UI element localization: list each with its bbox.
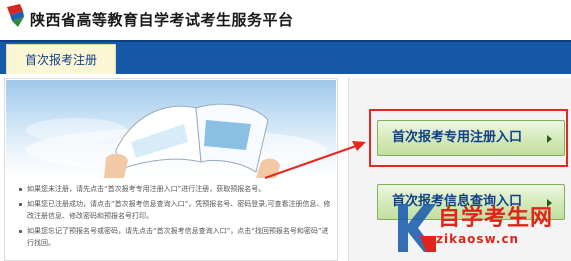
graduation-cap-logo-icon (7, 4, 24, 27)
watermark-logo-icon (398, 204, 436, 252)
tips-list: 如果您未注册，请先点击“首次报考专用注册入口”进行注册，获取预报名号。 如果您已… (19, 183, 333, 252)
tab-first-registration[interactable]: 首次报考注册 (6, 44, 116, 76)
nav-bar: 首次报考注册 (0, 40, 571, 76)
book-illustration-icon (26, 103, 326, 178)
watermark-cn-text: 自学考生网 (438, 206, 554, 231)
watermark: 自学考生网 zikaosw.cn (396, 196, 571, 261)
header: 陕西省高等教育自学考试考生服务平台 (0, 0, 571, 40)
banner-image (6, 80, 336, 178)
tip-item: 如果您忘记了预报名号或密码，请先点击“首次报考信息查询入口”，点击“找回预报名号… (19, 225, 333, 249)
site-title: 陕西省高等教育自学考试考生服务平台 (30, 11, 294, 29)
watermark-en-text: zikaosw.cn (436, 232, 520, 246)
info-panel: 如果您未注册，请先点击“首次报考专用注册入口”进行注册，获取预报名号。 如果您已… (4, 78, 338, 261)
tip-item: 如果您未注册，请先点击“首次报考专用注册入口”进行注册，获取预报名号。 (19, 183, 333, 195)
highlight-box (369, 109, 568, 167)
tip-item: 如果您已注册成功，请点击“首次报考信息查询入口”，凭预报名号、密码登录,可查看注… (19, 198, 333, 222)
